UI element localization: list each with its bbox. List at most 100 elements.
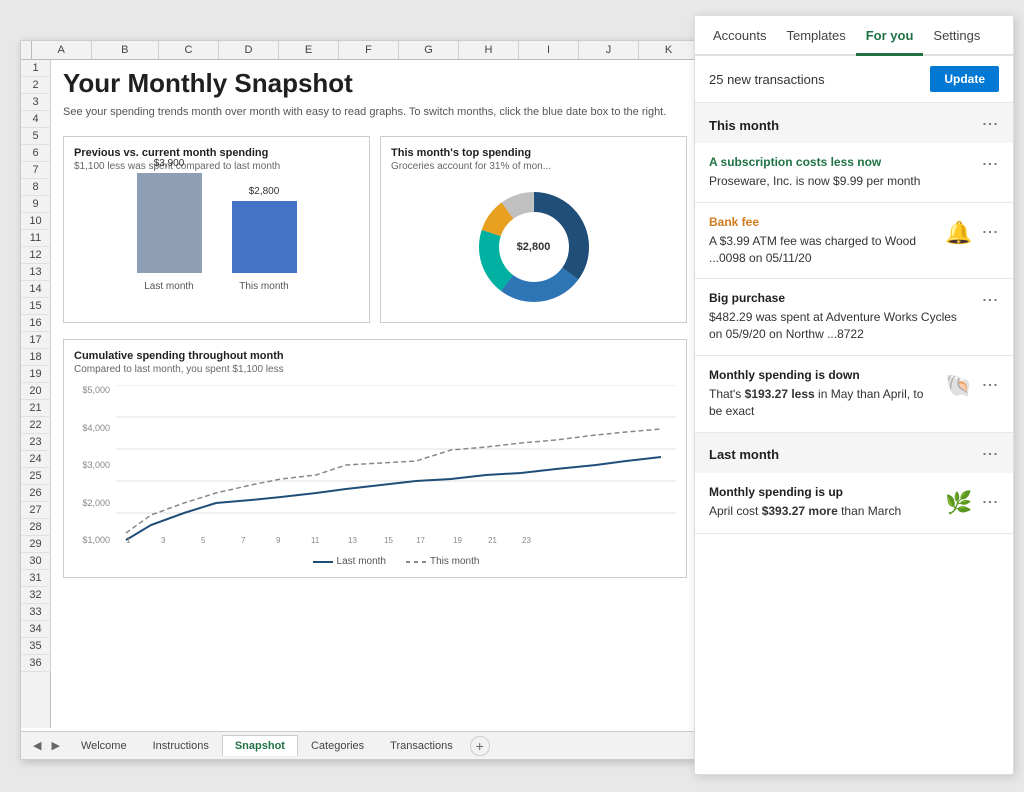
tab-templates[interactable]: Templates — [776, 16, 855, 56]
card-spending-up-content: Monthly spending is up April cost $393.2… — [709, 485, 933, 520]
line-chart-svg: 1 3 5 7 9 11 13 15 17 19 21 23 — [116, 385, 676, 545]
card-spending-down-category: Monthly spending is down — [709, 368, 933, 382]
bar-last-rect — [137, 173, 202, 273]
panel-nav: Accounts Templates For you Settings — [695, 16, 1013, 56]
card-spending-up: Monthly spending is up April cost $393.2… — [695, 473, 1013, 534]
svg-text:9: 9 — [276, 536, 281, 545]
svg-text:17: 17 — [416, 536, 425, 545]
y-label-2000: $2,000 — [74, 498, 110, 508]
bar-last-label: Last month — [144, 281, 193, 292]
col-C: C — [159, 41, 219, 59]
right-panel: Accounts Templates For you Settings 25 n… — [694, 15, 1014, 775]
card-bank-fee-right: 🔔 ⋮ — [941, 215, 999, 251]
svg-text:19: 19 — [453, 536, 462, 545]
bell-icon: 🔔 — [941, 215, 977, 251]
col-A: A — [32, 41, 92, 59]
donut-container: $2,800 — [391, 182, 676, 312]
y-axis: $5,000 $4,000 $3,000 $2,000 $1,000 — [74, 385, 112, 567]
line-chart-svg-container: 1 3 5 7 9 11 13 15 17 19 21 23 — [116, 385, 676, 567]
legend-this-line — [406, 561, 426, 563]
svg-text:7: 7 — [241, 536, 246, 545]
y-label-4000: $4,000 — [74, 423, 110, 433]
y-label-5000: $5,000 — [74, 385, 110, 395]
card-big-purchase-menu-icon[interactable]: ⋮ — [980, 292, 1000, 310]
bar-this-value: $2,800 — [249, 186, 280, 197]
card-spending-down-menu-icon[interactable]: ⋮ — [980, 377, 1000, 395]
svg-text:5: 5 — [201, 536, 206, 545]
card-big-purchase-category: Big purchase — [709, 291, 973, 305]
tab-nav-prev[interactable]: ◀ — [29, 737, 45, 754]
tab-accounts[interactable]: Accounts — [703, 16, 776, 56]
card-spending-up-menu-icon[interactable]: ⋮ — [980, 494, 1000, 512]
cumulative-chart-area: $5,000 $4,000 $3,000 $2,000 $1,000 — [74, 385, 676, 567]
tab-navigation[interactable]: ◀ ▶ — [29, 737, 64, 754]
bar-chart-box: Previous vs. current month spending $1,1… — [63, 136, 370, 323]
card-spending-up-right: 🌿 ⋮ — [941, 485, 999, 521]
leaf-icon: 🌿 — [941, 485, 977, 521]
y-label-3000: $3,000 — [74, 460, 110, 470]
donut-chart: $2,800 — [474, 187, 594, 307]
card-bank-fee-menu-icon[interactable]: ⋮ — [980, 224, 1000, 242]
svg-text:21: 21 — [488, 536, 497, 545]
cumulative-subtitle: Compared to last month, you spent $1,100… — [74, 364, 676, 375]
card-subscription-desc: Proseware, Inc. is now $9.99 per month — [709, 173, 973, 190]
tab-nav-next[interactable]: ▶ — [47, 737, 63, 754]
card-spending-down-right: 🐚 ⋮ — [941, 368, 999, 404]
excel-container: A B C D E F G H I J K 1 2 3 4 5 6 7 8 9 … — [20, 40, 700, 760]
row-numbers: 1 2 3 4 5 6 7 8 9 10 11 12 13 14 15 16 1… — [21, 60, 51, 728]
col-K: K — [639, 41, 699, 59]
tab-for-you[interactable]: For you — [856, 16, 924, 56]
svg-text:23: 23 — [522, 536, 531, 545]
row-num-spacer — [21, 41, 32, 59]
col-D: D — [219, 41, 279, 59]
card-big-purchase-content: Big purchase $482.29 was spent at Advent… — [709, 291, 973, 343]
card-subscription: A subscription costs less now Proseware,… — [695, 143, 1013, 203]
col-I: I — [519, 41, 579, 59]
update-button[interactable]: Update — [930, 66, 999, 92]
legend-last-line — [313, 561, 333, 563]
card-spending-up-category: Monthly spending is up — [709, 485, 933, 499]
bar-this-month: $2,800 This month — [232, 186, 297, 292]
col-F: F — [339, 41, 399, 59]
card-subscription-content: A subscription costs less now Proseware,… — [709, 155, 973, 190]
legend-this-month: This month — [406, 556, 479, 567]
card-big-purchase: Big purchase $482.29 was spent at Advent… — [695, 279, 1013, 356]
tab-snapshot[interactable]: Snapshot — [222, 735, 298, 756]
last-month-header: Last month ⋮ — [695, 433, 1013, 473]
card-subscription-menu-icon[interactable]: ⋮ — [980, 156, 1000, 174]
this-month-title: This month — [709, 118, 779, 133]
spreadsheet-main: Your Monthly Snapshot See your spending … — [51, 60, 699, 728]
card-big-purchase-desc: $482.29 was spent at Adventure Works Cyc… — [709, 309, 973, 343]
cumulative-title: Cumulative spending throughout month — [74, 350, 676, 362]
card-bank-fee-category: Bank fee — [709, 215, 933, 229]
this-month-header: This month ⋮ — [695, 103, 1013, 143]
tab-settings[interactable]: Settings — [923, 16, 990, 56]
shell-icon: 🐚 — [941, 368, 977, 404]
sheet-title: Your Monthly Snapshot — [63, 68, 687, 99]
tab-transactions[interactable]: Transactions — [377, 735, 466, 757]
bar-last-month: $3,900 Last month — [137, 158, 202, 292]
card-bank-fee-content: Bank fee A $3.99 ATM fee was charged to … — [709, 215, 933, 267]
svg-text:3: 3 — [161, 536, 166, 545]
card-subscription-category: A subscription costs less now — [709, 155, 973, 169]
sheet-subtitle: See your spending trends month over mont… — [63, 105, 687, 120]
cumulative-chart-box: Cumulative spending throughout month Com… — [63, 339, 687, 578]
tab-welcome[interactable]: Welcome — [68, 735, 140, 757]
svg-text:15: 15 — [384, 536, 393, 545]
donut-chart-title: This month's top spending — [391, 147, 676, 159]
add-tab-button[interactable]: + — [470, 736, 490, 756]
card-bank-fee: Bank fee A $3.99 ATM fee was charged to … — [695, 203, 1013, 280]
svg-text:1: 1 — [126, 536, 131, 545]
this-month-menu-icon[interactable]: ⋮ — [980, 116, 1000, 134]
donut-chart-subtitle: Groceries account for 31% of mon... — [391, 161, 676, 172]
donut-center-value: $2,800 — [517, 241, 551, 253]
bar-chart: $3,900 Last month $2,800 This month — [74, 182, 359, 312]
bar-last-value: $3,900 — [154, 158, 185, 169]
notification-text: 25 new transactions — [709, 72, 825, 87]
notification-bar: 25 new transactions Update — [695, 56, 1013, 103]
tab-instructions[interactable]: Instructions — [140, 735, 222, 757]
last-month-menu-icon[interactable]: ⋮ — [980, 446, 1000, 464]
legend-last-month: Last month — [313, 556, 386, 567]
tab-categories[interactable]: Categories — [298, 735, 377, 757]
card-spending-down-desc: That's $193.27 less in May than April, t… — [709, 386, 933, 420]
